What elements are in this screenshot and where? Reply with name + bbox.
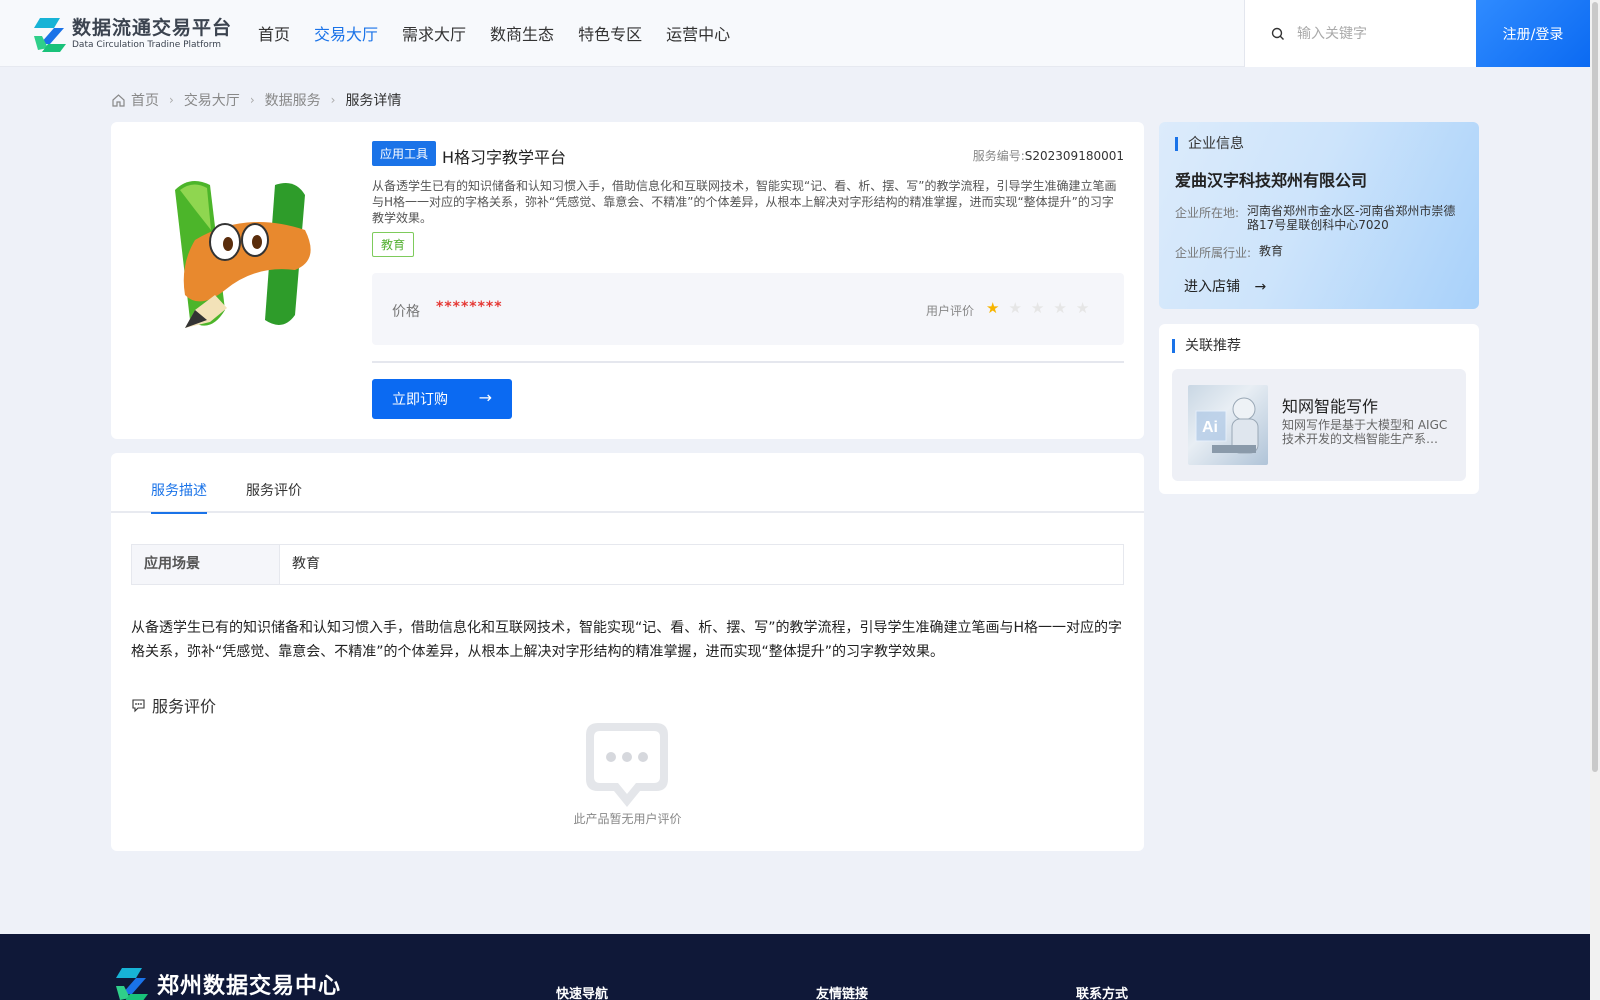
chevron-right-icon: › xyxy=(169,93,174,107)
divider xyxy=(372,361,1124,363)
enter-shop-link[interactable]: 进入店铺 → xyxy=(1184,276,1266,296)
review-section-label: 服务评价 xyxy=(152,697,217,716)
nav-special-zone[interactable]: 特色专区 xyxy=(566,0,654,67)
review-section-title: 服务评价 xyxy=(131,693,216,717)
chevron-right-icon: › xyxy=(249,93,255,107)
home-icon[interactable] xyxy=(111,93,126,108)
recommend-item[interactable]: Ai 知网智能写作 知网写作是基于大模型和 AIGC 技术开发的文档智能生产系… xyxy=(1172,369,1466,481)
empty-comment-icon xyxy=(586,723,668,807)
breadcrumb-trading-hall[interactable]: 交易大厅 xyxy=(184,90,240,110)
product-logo-image xyxy=(175,181,311,328)
service-number-label: 服务编号: xyxy=(972,149,1025,163)
rating-label: 用户评价 xyxy=(926,304,975,318)
breadcrumb-data-service[interactable]: 数据服务 xyxy=(265,90,321,110)
company-industry-label: 企业所属行业: xyxy=(1175,246,1252,260)
arrow-right-icon: → xyxy=(478,388,492,407)
nav-ecosystem[interactable]: 数商生态 xyxy=(478,0,566,67)
platform-logo[interactable]: 数据流通交易平台 Data Circulation Tradine Platfo… xyxy=(30,14,232,54)
search-input[interactable] xyxy=(1297,25,1467,42)
company-industry: 教育 xyxy=(1259,244,1284,258)
footer-logo-icon xyxy=(116,968,148,1000)
footer-logo: 郑州数据交易中心 xyxy=(111,964,341,1000)
logo-subtitle: Data Circulation Tradine Platform xyxy=(72,40,222,50)
product-title: H格习字教学平台 xyxy=(442,148,567,167)
product-summary: 从备透学生已有的知识储备和认知习惯入手，借助信息化和互联网技术，智能实现“记、看… xyxy=(372,179,1117,225)
ai-robot-image: Ai xyxy=(1195,397,1259,454)
tab-service-description[interactable]: 服务描述 xyxy=(151,480,207,514)
recommend-desc: 知网写作是基于大模型和 AIGC 技术开发的文档智能生产系… xyxy=(1282,418,1448,446)
footer-friend-links: 友情链接 xyxy=(816,987,869,1000)
service-detail-card: 服务描述 服务评价 应用场景 教育 从备透学生已有的知识储备和认知习惯入手，借助… xyxy=(111,453,1144,851)
breadcrumb-current: 服务详情 xyxy=(345,93,402,109)
star-icon: ★ xyxy=(986,299,1000,317)
service-description: 从备透学生已有的知识储备和认知习惯入手，借助信息化和互联网技术，智能实现“记、看… xyxy=(131,620,1123,660)
logo-mark-icon xyxy=(34,18,66,52)
comment-icon xyxy=(132,698,145,712)
enter-shop-label: 进入店铺 xyxy=(1184,279,1240,295)
category-tag: 应用工具 xyxy=(372,141,437,166)
company-location-row: 企业所在地: 河南省郑州市金水区-河南省郑州市崇德路17号星联创科中心7020 xyxy=(1175,204,1459,232)
rating-stars: ★ ★ ★ ★ ★ xyxy=(986,299,1098,317)
footer-logo-text: 郑州数据交易中心 xyxy=(157,974,342,999)
service-number: 服务编号:S202309180001 xyxy=(973,147,1124,164)
price-panel: 价格 ******** 用户评价 ★ ★ ★ ★ ★ xyxy=(372,273,1124,345)
footer-quick-nav: 快速导航 xyxy=(556,987,609,1000)
nav-trading-hall[interactable]: 交易大厅 xyxy=(302,0,390,67)
top-header: 数据流通交易平台 Data Circulation Tradine Platfo… xyxy=(0,0,1590,67)
star-icon: ★ xyxy=(1008,299,1022,317)
breadcrumb: 首页 › 交易大厅 › 数据服务 › 服务详情 xyxy=(111,90,401,110)
related-recommend-card: 关联推荐 Ai 知网智能写作 知网写作是基于大模型和 AIGC 技术开发的文档智… xyxy=(1159,324,1479,494)
company-name: 爱曲汉字科技郑州有限公司 xyxy=(1175,171,1368,190)
company-location: 河南省郑州市金水区-河南省郑州市崇德路17号星联创科中心7020 xyxy=(1247,204,1456,232)
nav-home[interactable]: 首页 xyxy=(246,0,302,67)
company-location-label: 企业所在地: xyxy=(1175,206,1240,220)
search-box xyxy=(1244,0,1476,67)
scene-label: 应用场景 xyxy=(132,545,280,584)
main-nav: 首页 交易大厅 需求大厅 数商生态 特色专区 运营中心 xyxy=(246,0,742,67)
star-icon: ★ xyxy=(1030,299,1045,317)
search-icon[interactable] xyxy=(1271,27,1285,41)
chevron-right-icon: › xyxy=(330,93,336,107)
login-register-button[interactable]: 注册/登录 xyxy=(1476,0,1590,67)
star-icon: ★ xyxy=(1053,299,1067,317)
detail-tabs: 服务描述 服务评价 xyxy=(111,453,1144,514)
order-now-button[interactable]: 立即订购 → xyxy=(372,379,512,419)
empty-review-text: 此产品暂无用户评价 xyxy=(573,812,682,826)
scene-table: 应用场景 教育 xyxy=(131,544,1124,585)
price-value: ******** xyxy=(436,299,503,315)
footer: 郑州数据交易中心 快速导航 友情链接 联系方式 xyxy=(0,934,1590,1000)
breadcrumb-home[interactable]: 首页 xyxy=(131,90,159,110)
order-now-label: 立即订购 xyxy=(392,392,448,408)
logo-title: 数据流通交易平台 xyxy=(72,17,233,39)
company-info-card: 企业信息 爱曲汉字科技郑州有限公司 企业所在地: 河南省郑州市金水区-河南省郑州… xyxy=(1159,122,1479,309)
scene-value: 教育 xyxy=(292,556,320,572)
service-number-value: S202309180001 xyxy=(1024,149,1124,163)
tab-service-review[interactable]: 服务评价 xyxy=(246,480,302,512)
product-card: 应用工具 H格习字教学平台 服务编号:S202309180001 从备透学生已有… xyxy=(111,122,1144,439)
company-industry-row: 企业所属行业: 教育 xyxy=(1175,244,1471,261)
arrow-right-icon: → xyxy=(1254,279,1267,295)
footer-contact: 联系方式 xyxy=(1076,987,1129,1000)
scrollbar-thumb[interactable] xyxy=(1592,2,1598,772)
price-label: 价格 xyxy=(392,304,420,320)
recommend-section-title: 关联推荐 xyxy=(1172,339,1241,353)
ai-thumb-text: Ai xyxy=(1202,419,1218,436)
recommend-thumbnail: Ai xyxy=(1188,385,1268,465)
star-icon: ★ xyxy=(1075,299,1090,317)
nav-operation-center[interactable]: 运营中心 xyxy=(654,0,742,67)
nav-demand-hall[interactable]: 需求大厅 xyxy=(390,0,478,67)
recommend-title: 知网智能写作 xyxy=(1282,397,1379,416)
industry-tag: 教育 xyxy=(372,232,415,257)
company-section-title: 企业信息 xyxy=(1175,137,1244,151)
